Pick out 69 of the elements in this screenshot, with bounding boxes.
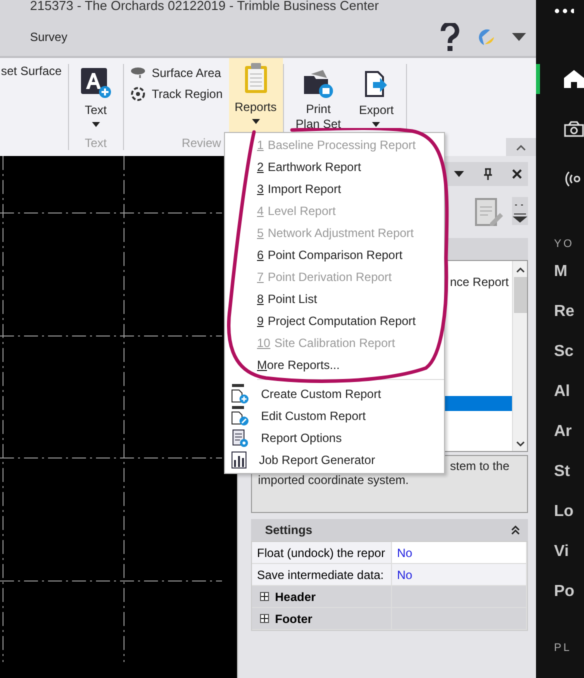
caret-icon	[92, 122, 100, 127]
menu-item[interactable]: Job Report Generator	[225, 449, 444, 471]
ribbon-tab[interactable]: Survey	[30, 30, 68, 44]
menu-item[interactable]: Report Options	[225, 427, 444, 449]
scrollbar[interactable]	[512, 261, 527, 451]
reports-button[interactable]: Reports	[228, 58, 283, 134]
document-icon	[231, 384, 249, 404]
group-label: Text	[84, 136, 107, 150]
printer-folder-icon	[303, 68, 334, 98]
menu-item[interactable]: 8 Point List	[253, 288, 444, 310]
menu-item[interactable]: More Reports...	[253, 354, 444, 376]
collapse-ribbon-button[interactable]	[506, 138, 536, 156]
sidebar-item[interactable]: St	[554, 462, 584, 482]
document-icon	[231, 406, 249, 426]
menu-item[interactable]: Edit Custom Report	[225, 405, 444, 427]
caret-icon[interactable]	[512, 33, 526, 41]
text-button[interactable]: Text	[74, 64, 117, 134]
sidebar-item[interactable]: Lo	[554, 502, 584, 522]
expand-icon[interactable]	[260, 614, 269, 623]
description-text: imported coordinate system.	[258, 473, 409, 487]
more-dots-icon[interactable]	[554, 8, 574, 14]
sidebar-item[interactable]: Sc	[554, 342, 584, 362]
clipboard-gear-icon	[231, 428, 249, 448]
double-chevron-up-icon[interactable]	[511, 525, 520, 535]
ribbon-label[interactable]: set Surface	[1, 64, 62, 150]
sidebar-item[interactable]: Vi	[554, 542, 584, 562]
sidebar-item[interactable]: Ar	[554, 422, 584, 442]
description-text: stem to the	[450, 459, 510, 473]
property-group[interactable]: Header	[252, 586, 392, 608]
close-icon[interactable]	[512, 169, 522, 179]
chevron-up-icon	[516, 145, 526, 151]
menu-item[interactable]: 6 Point Comparison Report	[253, 244, 444, 266]
overflow-icon[interactable]	[512, 197, 528, 225]
flower-icon	[130, 86, 146, 102]
sidebar-item[interactable]: Al	[554, 382, 584, 402]
pin-icon[interactable]	[484, 168, 492, 180]
camera-icon[interactable]	[564, 121, 584, 137]
chevron-down-icon	[516, 441, 524, 447]
scrollbar-thumb[interactable]	[514, 277, 526, 313]
window-title: 215373 - The Orchards 02122019 - Trimble Business Center	[30, 0, 379, 13]
clipboard-icon	[242, 62, 269, 94]
menu-item[interactable]: 2 Earthwork Report	[253, 156, 444, 178]
property-value[interactable]: No	[392, 542, 527, 564]
export-icon	[364, 68, 388, 98]
text-add-icon	[80, 68, 111, 98]
caret-icon	[252, 119, 260, 124]
chevron-up-icon	[516, 267, 524, 273]
section-label: PL	[554, 642, 572, 654]
section-title: Settings	[265, 523, 312, 537]
help-icon[interactable]	[440, 23, 460, 51]
settings-header[interactable]: Settings	[251, 519, 528, 541]
ribbon-button[interactable]: Track Region	[130, 84, 223, 104]
caret-icon[interactable]	[454, 171, 464, 177]
home-icon[interactable]	[564, 70, 584, 88]
ribbon-button[interactable]: Surface Area	[130, 64, 223, 82]
section-label: YO	[554, 238, 575, 250]
sidebar-item[interactable]: Re	[554, 302, 584, 322]
menu-item[interactable]: 9 Project Computation Report	[253, 310, 444, 332]
property-group[interactable]: Footer	[252, 608, 392, 630]
cloud-icon	[130, 66, 146, 80]
clipboard-edit-icon[interactable]	[474, 195, 504, 227]
bar-chart-icon	[231, 451, 247, 469]
group-label: Review	[182, 136, 222, 150]
menu-item[interactable]: 3 Import Report	[253, 178, 444, 200]
menu-item[interactable]: Create Custom Report	[225, 383, 444, 405]
sidebar-item[interactable]: M	[554, 262, 584, 282]
expand-icon[interactable]	[260, 592, 269, 601]
caret-icon	[372, 122, 380, 127]
sidebar-item[interactable]: Po	[554, 582, 584, 602]
